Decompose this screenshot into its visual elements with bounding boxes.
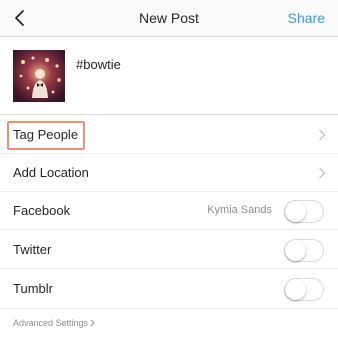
advanced-settings-link[interactable]: Advanced Settings [13,318,95,328]
advanced-settings-label: Advanced Settings [13,318,89,328]
post-thumbnail [13,50,65,102]
facebook-label: Facebook [13,203,71,218]
tumblr-toggle[interactable] [284,278,324,301]
divider [0,308,338,309]
add-location-label: Add Location [13,165,89,180]
tag-people-label: Tag People [13,127,79,142]
caption-text[interactable]: #bowtie [76,57,121,72]
facebook-toggle[interactable] [284,200,324,223]
toggle-knob [285,279,306,300]
top-nav-bar: New Post Share [0,0,338,37]
twitter-label: Twitter [13,242,52,257]
share-row-twitter: Twitter [0,231,338,269]
tag-people-row[interactable]: Tag People [0,116,338,154]
chevron-right-icon [319,129,326,141]
chevron-right-icon [319,167,326,179]
share-row-facebook: Facebook Kymia Sands [0,192,338,230]
share-button[interactable]: Share [288,10,325,26]
add-location-row[interactable]: Add Location [0,154,338,192]
tumblr-label: Tumblr [13,281,53,296]
twitter-toggle[interactable] [284,239,324,262]
chevron-right-icon [90,319,95,327]
share-row-tumblr: Tumblr [0,270,338,308]
facebook-account-name: Kymia Sands [207,204,272,216]
toggle-knob [285,240,306,261]
toggle-knob [285,201,306,222]
caption-section: #bowtie [0,38,338,115]
